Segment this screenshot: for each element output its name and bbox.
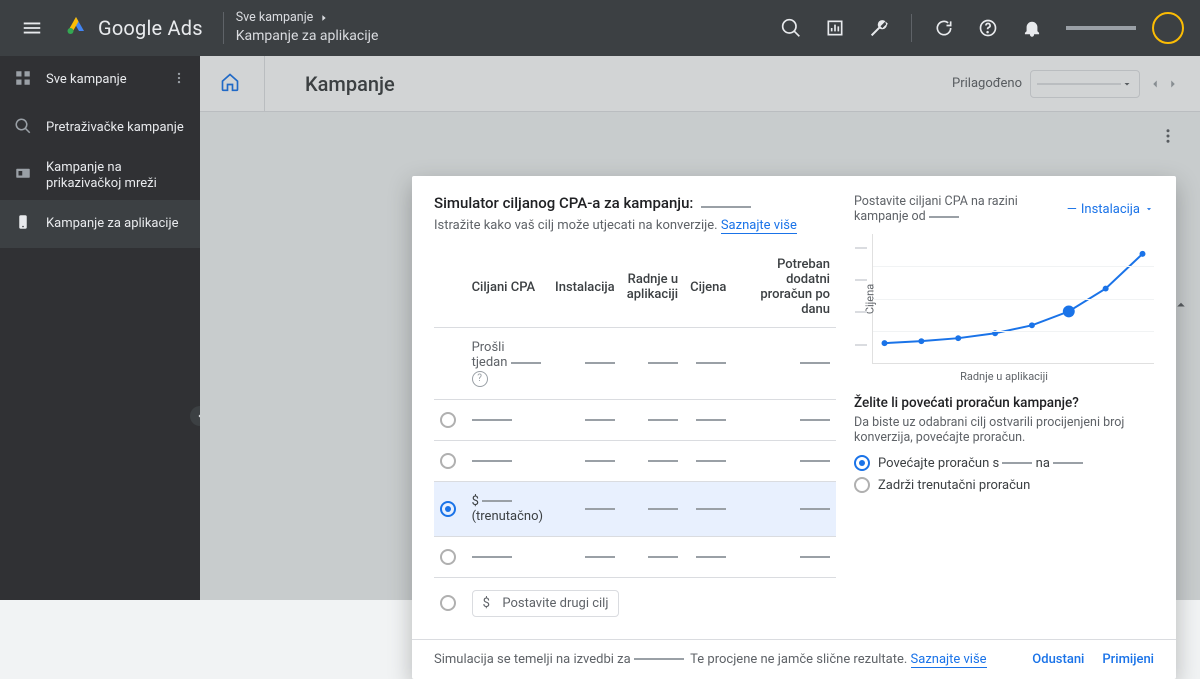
table-row[interactable] <box>434 399 836 440</box>
sidebar-item-label: Kampanje za aplikacije <box>46 216 178 232</box>
breadcrumb-current: Kampanje za aplikacije <box>236 27 379 47</box>
radio-option[interactable] <box>440 453 456 469</box>
chart-caption: Postavite ciljani CPA na razini kampanje… <box>854 194 1067 224</box>
radio-option-selected[interactable] <box>440 501 456 517</box>
radio-option[interactable] <box>440 412 456 428</box>
app-icon <box>14 213 32 235</box>
cancel-button[interactable]: Odustani <box>1032 652 1084 667</box>
budget-question-title: Želite li povećati proračun kampanje? <box>854 395 1154 411</box>
more-icon[interactable] <box>172 71 186 89</box>
sidebar-item-label: Kampanje na prikazivačkoj mreži <box>46 160 186 191</box>
account-avatar[interactable] <box>1152 12 1184 44</box>
topbar: Google Ads Sve kampanje Kampanje za apli… <box>0 0 1200 56</box>
page: Kampanje Prilagođeno Simulator ciljanog … <box>200 56 1200 600</box>
col-installs: Instalacija <box>549 247 621 328</box>
refresh-button[interactable] <box>926 10 962 46</box>
account-placeholder <box>1066 26 1136 30</box>
budget-option-increase[interactable]: Povećajte proračun s na <box>854 455 1154 471</box>
table-row[interactable] <box>434 440 836 481</box>
chart-legend-dropdown[interactable]: — Instalacija <box>1067 202 1154 217</box>
chart-xlabel: Radnje u aplikaciji <box>854 370 1154 383</box>
search-icon <box>14 117 32 139</box>
row-set-other[interactable]: $ Postavite drugi cilj <box>434 577 836 629</box>
radio-option-selected[interactable] <box>854 455 870 471</box>
footer-learn-more-link[interactable]: Saznajte više <box>911 652 987 668</box>
budget-question-sub: Da biste uz odabrani cilj ostvarili proc… <box>854 415 1154 445</box>
help-icon[interactable]: ? <box>472 371 488 387</box>
modal-footer: Simulacija se temelji na izvedbi za Te p… <box>412 639 1176 679</box>
menu-button[interactable] <box>8 17 56 39</box>
col-target-cpa: Ciljani CPA <box>466 247 549 328</box>
help-button[interactable] <box>970 10 1006 46</box>
breadcrumb[interactable]: Sve kampanje Kampanje za aplikacije <box>236 9 379 46</box>
sidebar-item-label: Sve kampanje <box>46 72 127 88</box>
table-row-current[interactable]: $ (trenutačno) <box>434 481 836 536</box>
learn-more-link[interactable]: Saznajte više <box>721 218 797 234</box>
budget-option-keep[interactable]: Zadrži trenutačni proračun <box>854 477 1154 493</box>
simulator-chart: Cijena <box>872 234 1154 364</box>
sidebar-item-app-campaigns[interactable]: Kampanje za aplikacije <box>0 200 200 248</box>
sidebar-item-label: Pretraživačke kampanje <box>46 120 184 136</box>
reports-button[interactable] <box>817 10 853 46</box>
col-extra-budget: Potreban dodatni proračun po danu <box>732 247 836 328</box>
sidebar-item-search-campaigns[interactable]: Pretraživačke kampanje <box>0 104 200 152</box>
ads-logo-icon <box>64 14 88 42</box>
grid-icon <box>14 69 32 91</box>
footer-text: Simulacija se temelji na izvedbi za Te p… <box>434 652 987 667</box>
sidebar-item-all-campaigns[interactable]: Sve kampanje <box>0 56 200 104</box>
notifications-button[interactable] <box>1014 10 1050 46</box>
col-cost: Cijena <box>684 247 732 328</box>
modal-subtitle: Istražite kako vaš cilj može utjecati na… <box>434 218 836 233</box>
modal-title: Simulator ciljanog CPA-a za kampanju: <box>434 194 693 212</box>
simulator-table: Ciljani CPA Instalacija Radnje u aplikac… <box>434 247 836 629</box>
cpa-simulator-modal: Simulator ciljanog CPA-a za kampanju: Is… <box>412 176 1176 679</box>
breadcrumb-parent: Sve kampanje <box>236 9 314 27</box>
tools-button[interactable] <box>861 10 897 46</box>
table-row[interactable] <box>434 536 836 577</box>
radio-option[interactable] <box>854 477 870 493</box>
col-in-app: Radnje u aplikaciji <box>621 247 684 328</box>
product-name: Google Ads <box>98 16 203 40</box>
radio-option[interactable] <box>440 595 456 611</box>
row-past-week: Prošli tjedan ? <box>434 328 836 400</box>
search-button[interactable] <box>773 10 809 46</box>
sidebar: Sve kampanje Pretraživačke kampanje Kamp… <box>0 56 200 600</box>
set-other-goal-button[interactable]: $ Postavite drugi cilj <box>472 590 620 617</box>
apply-button[interactable]: Primijeni <box>1102 652 1154 667</box>
radio-option[interactable] <box>440 549 456 565</box>
display-icon <box>14 165 32 187</box>
product-logo[interactable]: Google Ads <box>56 14 211 42</box>
sidebar-item-display-campaigns[interactable]: Kampanje na prikazivačkoj mreži <box>0 152 200 200</box>
